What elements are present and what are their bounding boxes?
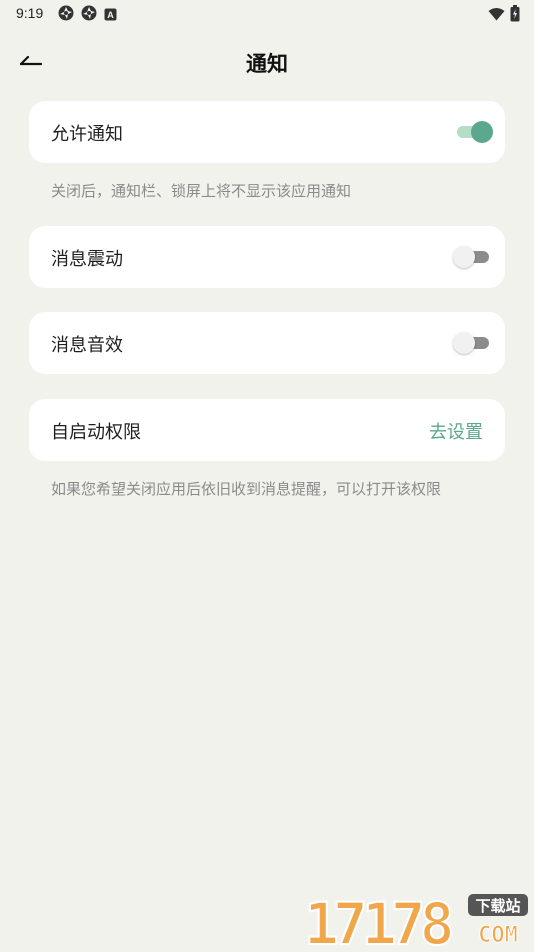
watermark-tag: 下载站 xyxy=(475,897,520,915)
wifi-icon xyxy=(488,6,505,25)
watermark-logo: 17178 下载站 COM xyxy=(302,889,532,952)
go-settings-link[interactable]: 去设置 xyxy=(429,418,483,444)
battery-icon xyxy=(510,5,520,26)
allow-notifications-toggle[interactable] xyxy=(453,121,493,143)
status-icons-right xyxy=(488,5,520,26)
watermark-digits: 17178 xyxy=(304,890,452,948)
allow-notifications-label: 允许通知 xyxy=(51,124,123,145)
status-bar: 9:19 A xyxy=(0,0,534,28)
settings-gear-icon xyxy=(58,5,74,25)
toggle-thumb xyxy=(453,332,475,354)
message-vibration-row: 消息震动 xyxy=(29,226,505,288)
toggle-thumb xyxy=(453,246,475,268)
message-sound-toggle[interactable] xyxy=(453,332,493,354)
watermark-suffix: COM xyxy=(478,923,518,948)
auto-start-hint: 如果您希望关闭应用后依旧收到消息提醒，可以打开该权限 xyxy=(51,480,442,498)
app-bar: 通知 xyxy=(0,38,534,82)
page-title: 通知 xyxy=(246,52,288,76)
message-vibration-toggle[interactable] xyxy=(453,246,493,268)
allow-notifications-hint: 关闭后，通知栏、锁屏上将不显示该应用通知 xyxy=(51,182,352,200)
auto-start-row[interactable]: 自启动权限 去设置 xyxy=(29,399,505,461)
allow-notifications-row: 允许通知 xyxy=(29,101,505,163)
status-icons-left: A xyxy=(58,5,117,25)
message-vibration-label: 消息震动 xyxy=(51,249,123,270)
a-badge-icon: A xyxy=(104,6,117,25)
auto-start-label: 自启动权限 xyxy=(51,422,141,443)
settings-gear-icon xyxy=(81,5,97,25)
svg-text:A: A xyxy=(107,10,114,20)
message-sound-label: 消息音效 xyxy=(51,335,123,356)
message-sound-row: 消息音效 xyxy=(29,312,505,374)
toggle-thumb xyxy=(471,121,493,143)
status-time: 9:19 xyxy=(16,5,44,21)
